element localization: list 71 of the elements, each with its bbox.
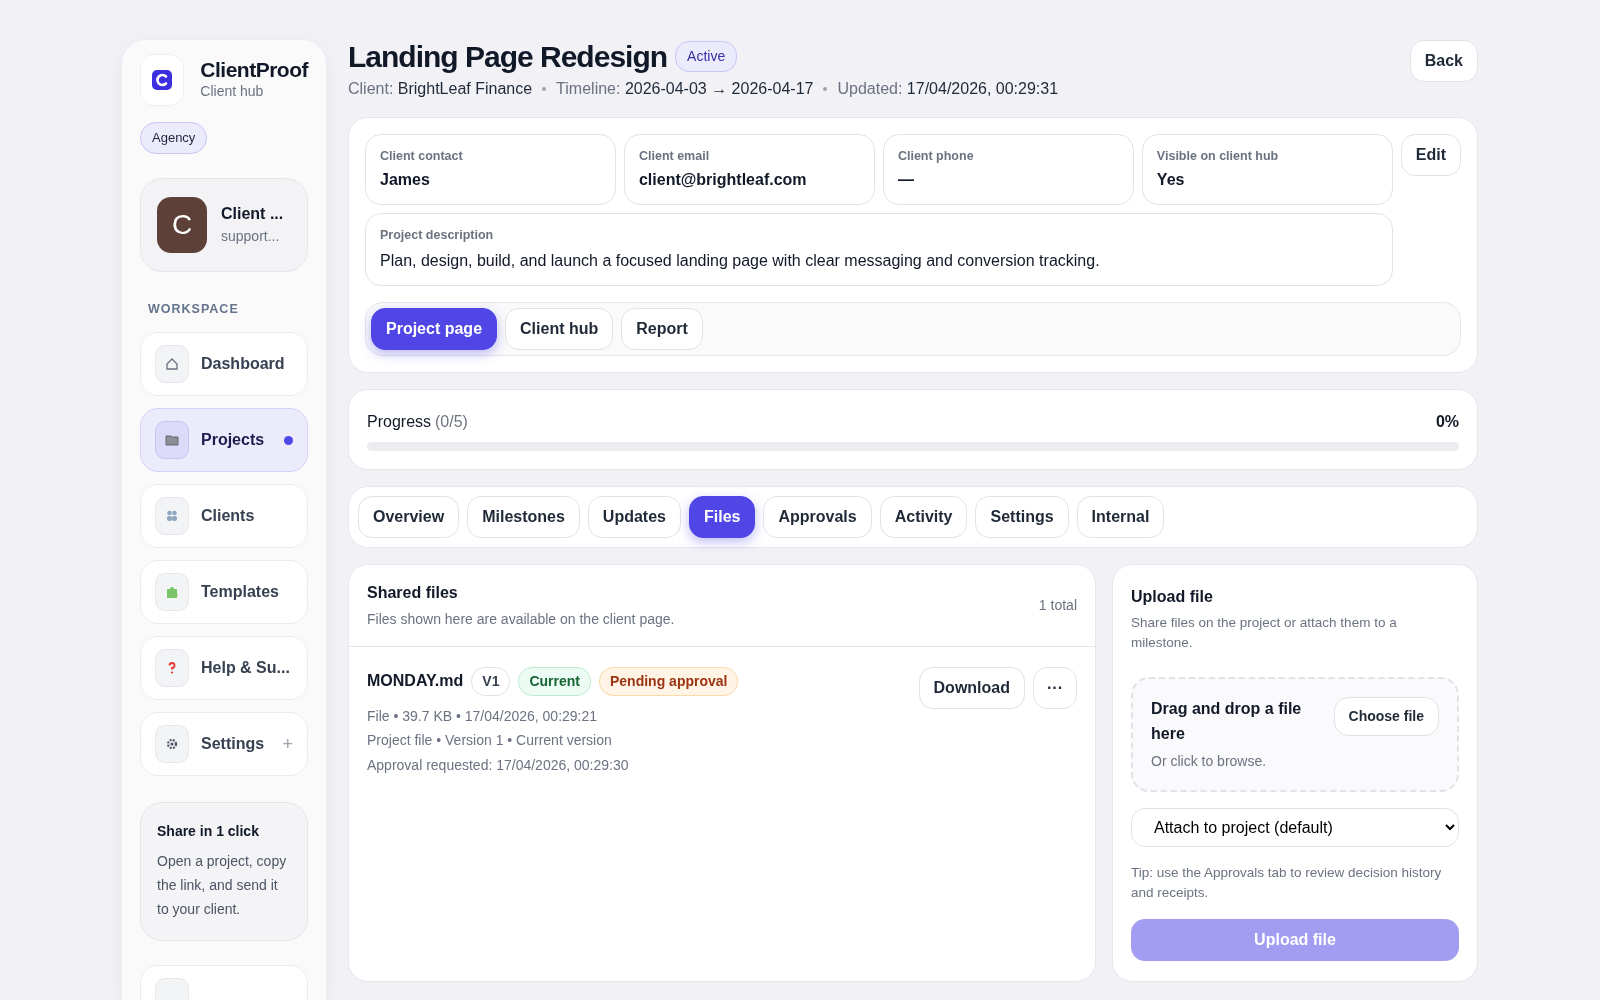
- sidebar-item[interactable]: Clients: [140, 484, 308, 549]
- promo-text: Open a project, copy the link, and send it to your client.: [157, 852, 288, 919]
- back-button[interactable]: Back: [1409, 40, 1478, 82]
- section-label: WORKSPACE: [148, 300, 240, 318]
- brand-name: ClientProof: [200, 57, 308, 82]
- tab[interactable]: Settings: [975, 495, 1069, 538]
- file-meta: File • 39.7 KB • 17/04/2026, 00:29:21: [367, 706, 599, 726]
- total-count: 1 total: [1038, 595, 1077, 615]
- tab[interactable]: Milestones: [467, 495, 580, 538]
- tab[interactable]: Updates: [587, 495, 681, 538]
- field-value: Yes: [1156, 169, 1186, 190]
- separator-dot: [823, 87, 828, 91]
- field-value: —: [897, 169, 915, 190]
- field-label: Project description: [380, 226, 495, 244]
- account-card[interactable]: C Client ... support...: [140, 177, 308, 272]
- view-tab[interactable]: Client hub: [505, 307, 614, 350]
- home-icon: [164, 356, 180, 373]
- view-tab[interactable]: Report: [621, 307, 703, 350]
- progress-label: Progress: [367, 411, 432, 432]
- view-tab[interactable]: Project page: [371, 307, 498, 350]
- more-button[interactable]: ···: [1033, 666, 1077, 709]
- account-email: support...: [221, 227, 281, 246]
- card-title: Shared files: [367, 582, 459, 603]
- download-button[interactable]: Download: [918, 666, 1025, 709]
- separator-dot: [542, 87, 547, 91]
- puzzle-icon: [164, 584, 180, 601]
- page-title: Landing Page Redesign: [348, 40, 668, 73]
- drop-hint: Or click to browse.: [1151, 751, 1268, 771]
- tab[interactable]: Activity: [879, 495, 968, 538]
- edit-button[interactable]: Edit: [1400, 134, 1461, 176]
- field-label: Visible on client hub: [1156, 148, 1280, 165]
- meta-item: Updated: 17/04/2026, 00:29:31: [837, 79, 1059, 99]
- file-name: MONDAY.md: [367, 671, 464, 691]
- sidebar-item[interactable]: Settings +: [140, 712, 308, 777]
- file-meta: Project file • Version 1 • Current version: [367, 731, 613, 750]
- field-value: Plan, design, build, and launch a focused landing page with clear messaging and conversion tracking.: [380, 250, 1101, 271]
- file-meta: Approval requested: 17/04/2026, 00:29:30: [367, 755, 630, 775]
- promo-title: Share in 1 click: [157, 822, 260, 842]
- tab[interactable]: Files: [688, 495, 756, 538]
- active-dot: [284, 435, 293, 445]
- status-badge: Active: [675, 41, 738, 72]
- field-label: Client phone: [897, 148, 975, 165]
- progress-percent: 0%: [1435, 411, 1459, 432]
- progress-count: (0/5): [435, 411, 468, 432]
- plan-badge: Agency: [140, 122, 208, 154]
- tip-text: Tip: use the Approvals tab to review decision history and receipts.: [1131, 863, 1443, 902]
- sidebar-item[interactable]: Dashboard: [140, 332, 308, 397]
- avatar: C: [157, 196, 207, 253]
- drop-title: Drag and drop a file here: [1151, 699, 1303, 744]
- version-badge: V1: [471, 666, 511, 696]
- logo-icon: [140, 54, 185, 106]
- sidebar-item[interactable]: Help & Su...: [140, 636, 308, 701]
- field-value: James: [380, 169, 431, 190]
- account-name: Client ...: [221, 204, 284, 224]
- status-badge: Current: [518, 666, 591, 696]
- tab[interactable]: Internal: [1076, 495, 1165, 538]
- sidebar-item[interactable]: Templates: [140, 560, 308, 625]
- brand-subtitle: Client hub: [200, 82, 265, 102]
- sidebar-item[interactable]: Projects: [140, 408, 308, 473]
- field-label: Client email: [638, 148, 711, 165]
- tab[interactable]: Overview: [358, 495, 460, 538]
- card-title: Upload file: [1131, 586, 1214, 607]
- folder-icon: [164, 432, 180, 449]
- meta-item: Timeline: 2026-04-03 → 2026-04-17: [556, 79, 814, 99]
- status-badge: Pending approval: [599, 666, 739, 696]
- meta-item: Client: BrightLeaf Finance: [348, 79, 533, 99]
- card-subtitle: Files shown here are available on the client page.: [367, 609, 675, 629]
- card-subtitle: Share files on the project or attach them to a milestone.: [1131, 613, 1398, 652]
- field-label: Client contact: [380, 148, 464, 165]
- tab[interactable]: Approvals: [763, 495, 872, 538]
- field-value: client@brightleaf.com: [638, 169, 808, 190]
